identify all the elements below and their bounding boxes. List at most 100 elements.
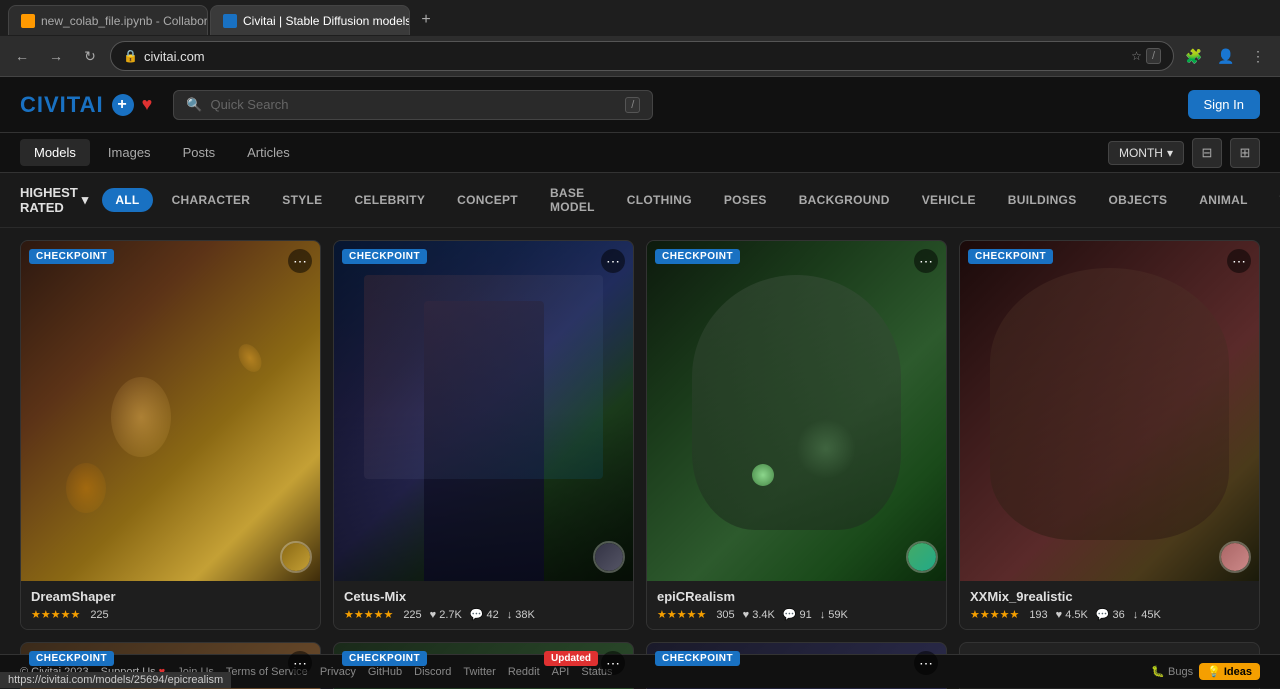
search-shortcut: / [625,97,640,113]
heart-icon-3: ♥ [743,609,750,621]
category-concept[interactable]: CONCEPT [444,188,531,212]
category-base-model[interactable]: BASE MODEL [537,181,608,219]
category-character[interactable]: CHARACTER [159,188,264,212]
model-card-epicrealism[interactable]: CHECKPOINT ⋯ epiCRealism ★★★★★ 305 ♥ 3.4… [646,240,947,630]
profile-button[interactable]: 👤 [1212,42,1240,70]
avatar-img-1 [282,543,310,571]
card-menu-button-b3[interactable]: ⋯ [914,651,938,675]
category-objects[interactable]: OBJECTS [1096,188,1181,212]
address-bar[interactable]: 🔒 civitai.com ☆ / [110,41,1174,71]
card-stars-4: ★★★★★ [970,608,1019,621]
card-title-epicrealism: epiCRealism [657,589,936,604]
ideas-button[interactable]: 💡 Ideas [1199,663,1260,680]
tab-articles[interactable]: Articles [233,139,304,166]
github-link[interactable]: GitHub [368,666,402,678]
category-animal-label: ANIMAL [1199,193,1247,207]
discord-link[interactable]: Discord [414,666,451,678]
back-button[interactable]: ← [8,42,36,70]
checkpoint-badge-4: CHECKPOINT [968,249,1053,264]
model-card-xxmix[interactable]: CHECKPOINT ⋯ XXMix_9realistic ★★★★★ 193 … [959,240,1260,630]
tab-posts[interactable]: Posts [169,139,230,166]
menu-button[interactable]: ⋮ [1244,42,1272,70]
site-header: CIVITAI + ♥ 🔍 / Sign In [0,77,1280,133]
logo-heart-icon[interactable]: ♥ [142,94,154,115]
card-menu-button-b2[interactable]: ⋯ [601,651,625,675]
sign-in-button[interactable]: Sign In [1188,90,1260,119]
category-style[interactable]: STYLE [269,188,335,212]
tab-images[interactable]: Images [94,139,165,166]
card-comments-2: 💬 42 [470,608,499,621]
tab-new-button[interactable]: + [412,6,440,34]
address-text: civitai.com [144,49,1125,64]
app: CIVITAI + ♥ 🔍 / Sign In Models Images Po… [0,77,1280,689]
filter-sort: MONTH ▾ ⊟ ⊞ [1108,138,1260,168]
checkpoint-badge-2: CHECKPOINT [342,249,427,264]
layout-button[interactable]: ⊞ [1230,138,1260,168]
card-menu-button-3[interactable]: ⋯ [914,249,938,273]
card-title-xxmix: XXMix_9realistic [970,589,1249,604]
category-all[interactable]: ALL [102,188,152,212]
tab-favicon-civitai [223,14,237,28]
logo-plus-button[interactable]: + [112,94,134,116]
decor-face-4 [990,268,1229,540]
back-icon: ← [15,48,29,64]
category-animal[interactable]: ANIMAL [1186,188,1260,212]
card-menu-button-1[interactable]: ⋯ [288,249,312,273]
tab-jupyter[interactable]: new_colab_file.ipynb - Collabora... × [8,5,208,35]
filter-button[interactable]: ⊟ [1192,138,1222,168]
card-likes-3: ♥ 3.4K [743,609,775,621]
card-title-dreamshaper: DreamShaper [31,589,310,604]
filter-bar: HIGHEST RATED ▾ ALL CHARACTER STYLE CELE… [0,173,1280,228]
logo[interactable]: CIVITAI + ♥ [20,92,153,118]
model-card-dreamshaper[interactable]: CHECKPOINT ⋯ DreamShaper ★★★★★ 225 [20,240,321,630]
card-menu-button-4[interactable]: ⋯ [1227,249,1251,273]
category-buildings[interactable]: BUILDINGS [995,188,1090,212]
card-image-epicrealism: CHECKPOINT ⋯ [647,241,946,581]
tab-civitai[interactable]: Civitai | Stable Diffusion models... × [210,5,410,35]
category-vehicle[interactable]: VEHICLE [909,188,989,212]
tab-models[interactable]: Models [20,139,90,166]
api-link[interactable]: API [552,666,570,678]
refresh-button[interactable]: ↻ [76,42,104,70]
plus-icon: + [117,96,127,114]
tab-images-label: Images [108,145,151,160]
period-label: MONTH [1119,146,1163,160]
card-menu-button-b1[interactable]: ⋯ [288,651,312,675]
checkpoint-badge-b3: CHECKPOINT [655,651,740,666]
category-celebrity[interactable]: CELEBRITY [341,188,438,212]
category-background[interactable]: BACKGROUND [786,188,903,212]
category-objects-label: OBJECTS [1109,193,1168,207]
reddit-link[interactable]: Reddit [508,666,540,678]
bookmark-icon[interactable]: ☆ [1131,49,1142,63]
refresh-icon: ↻ [84,48,96,65]
nav-tabs: Models Images Posts Articles MONTH ▾ ⊟ ⊞ [0,133,1280,173]
period-sort-button[interactable]: MONTH ▾ [1108,141,1184,165]
forward-button[interactable]: → [42,42,70,70]
card-downloads-3: ↓ 59K [820,609,848,621]
twitter-link[interactable]: Twitter [463,666,495,678]
bugs-button[interactable]: 🐛 Bugs [1151,665,1193,678]
footer-right: 🐛 Bugs 💡 Ideas [1151,663,1260,680]
browser-chrome: new_colab_file.ipynb - Collabora... × Ci… [0,0,1280,77]
card-stats-epicrealism: ★★★★★ 305 ♥ 3.4K 💬 91 ↓ 59K [657,608,936,621]
privacy-link[interactable]: Privacy [320,666,356,678]
category-poses[interactable]: POSES [711,188,780,212]
card-downloads-4: ↓ 45K [1133,609,1161,621]
likes-value-2: 2.7K [439,609,462,621]
highest-rated-button[interactable]: HIGHEST RATED ▾ [20,181,88,219]
extensions-button[interactable]: 🧩 [1180,42,1208,70]
tab-label-civitai: Civitai | Stable Diffusion models... [243,14,410,28]
download-icon-3: ↓ [820,609,826,621]
model-card-cetus-mix[interactable]: CHECKPOINT ⋯ Cetus-Mix ★★★★★ 225 ♥ 2.7K [333,240,634,630]
tab-bar: new_colab_file.ipynb - Collabora... × Ci… [0,0,1280,36]
category-tool[interactable]: TOOL [1267,188,1280,212]
category-clothing-label: CLOTHING [627,193,692,207]
search-input[interactable] [210,97,617,112]
card-menu-button-2[interactable]: ⋯ [601,249,625,273]
slash-shortcut: / [1146,48,1161,64]
forward-icon: → [49,48,63,64]
card-rating-count-4: 193 [1029,609,1047,621]
category-clothing[interactable]: CLOTHING [614,188,705,212]
comments-value-2: 42 [487,609,499,621]
checkpoint-badge-3: CHECKPOINT [655,249,740,264]
